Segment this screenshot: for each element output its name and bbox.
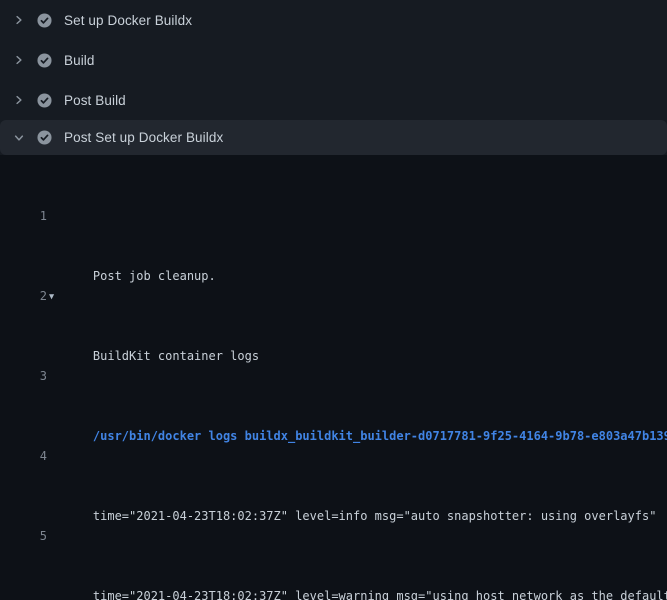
- log-line-text: time="2021-04-23T18:02:37Z" level=info m…: [93, 509, 657, 523]
- step-row-post-build[interactable]: Post Build: [0, 80, 667, 120]
- chevron-right-icon[interactable]: [12, 12, 26, 28]
- step-row-post-set-up-docker-buildx[interactable]: Post Set up Docker Buildx: [0, 120, 667, 155]
- chevron-down-icon[interactable]: [12, 130, 26, 146]
- log-line: 1 Post job cleanup.: [0, 206, 667, 226]
- log-line: 2 ▼ BuildKit container logs: [0, 286, 667, 306]
- log-line-number[interactable]: 5: [0, 526, 47, 546]
- step-row-set-up-docker-buildx[interactable]: Set up Docker Buildx: [0, 0, 667, 40]
- log-line-text: /usr/bin/docker logs buildx_buildkit_bui…: [93, 429, 667, 443]
- check-circle-icon: [37, 93, 52, 108]
- log-panel: 1 Post job cleanup. 2 ▼ BuildKit contain…: [0, 155, 667, 600]
- log-line-number[interactable]: 3: [0, 366, 47, 386]
- actions-log-viewer: Set up Docker Buildx Build Post Build: [0, 0, 667, 600]
- check-circle-icon: [37, 53, 52, 68]
- step-row-build[interactable]: Build: [0, 40, 667, 80]
- step-label: Set up Docker Buildx: [64, 13, 192, 28]
- log-line: 5 time="2021-04-23T18:02:37Z" level=warn…: [0, 526, 667, 546]
- log-line-text: time="2021-04-23T18:02:37Z" level=warnin…: [93, 589, 667, 600]
- log-line-number[interactable]: 2: [0, 286, 47, 306]
- group-collapse-icon[interactable]: ▼: [49, 287, 54, 307]
- chevron-right-icon[interactable]: [12, 52, 26, 68]
- log-line-number[interactable]: 1: [0, 206, 47, 226]
- step-label: Post Set up Docker Buildx: [64, 130, 223, 145]
- steps-list: Set up Docker Buildx Build Post Build: [0, 0, 667, 155]
- log-line-number[interactable]: 4: [0, 446, 47, 466]
- log-command-line: 3 /usr/bin/docker logs buildx_buildkit_b…: [0, 366, 667, 386]
- chevron-right-icon[interactable]: [12, 92, 26, 108]
- check-circle-icon: [37, 13, 52, 28]
- step-label: Post Build: [64, 93, 126, 108]
- log-line-text: Post job cleanup.: [93, 269, 216, 283]
- step-label: Build: [64, 53, 95, 68]
- log-line: 4 time="2021-04-23T18:02:37Z" level=info…: [0, 446, 667, 466]
- check-circle-icon: [37, 130, 52, 145]
- log-line-text[interactable]: BuildKit container logs: [93, 349, 259, 363]
